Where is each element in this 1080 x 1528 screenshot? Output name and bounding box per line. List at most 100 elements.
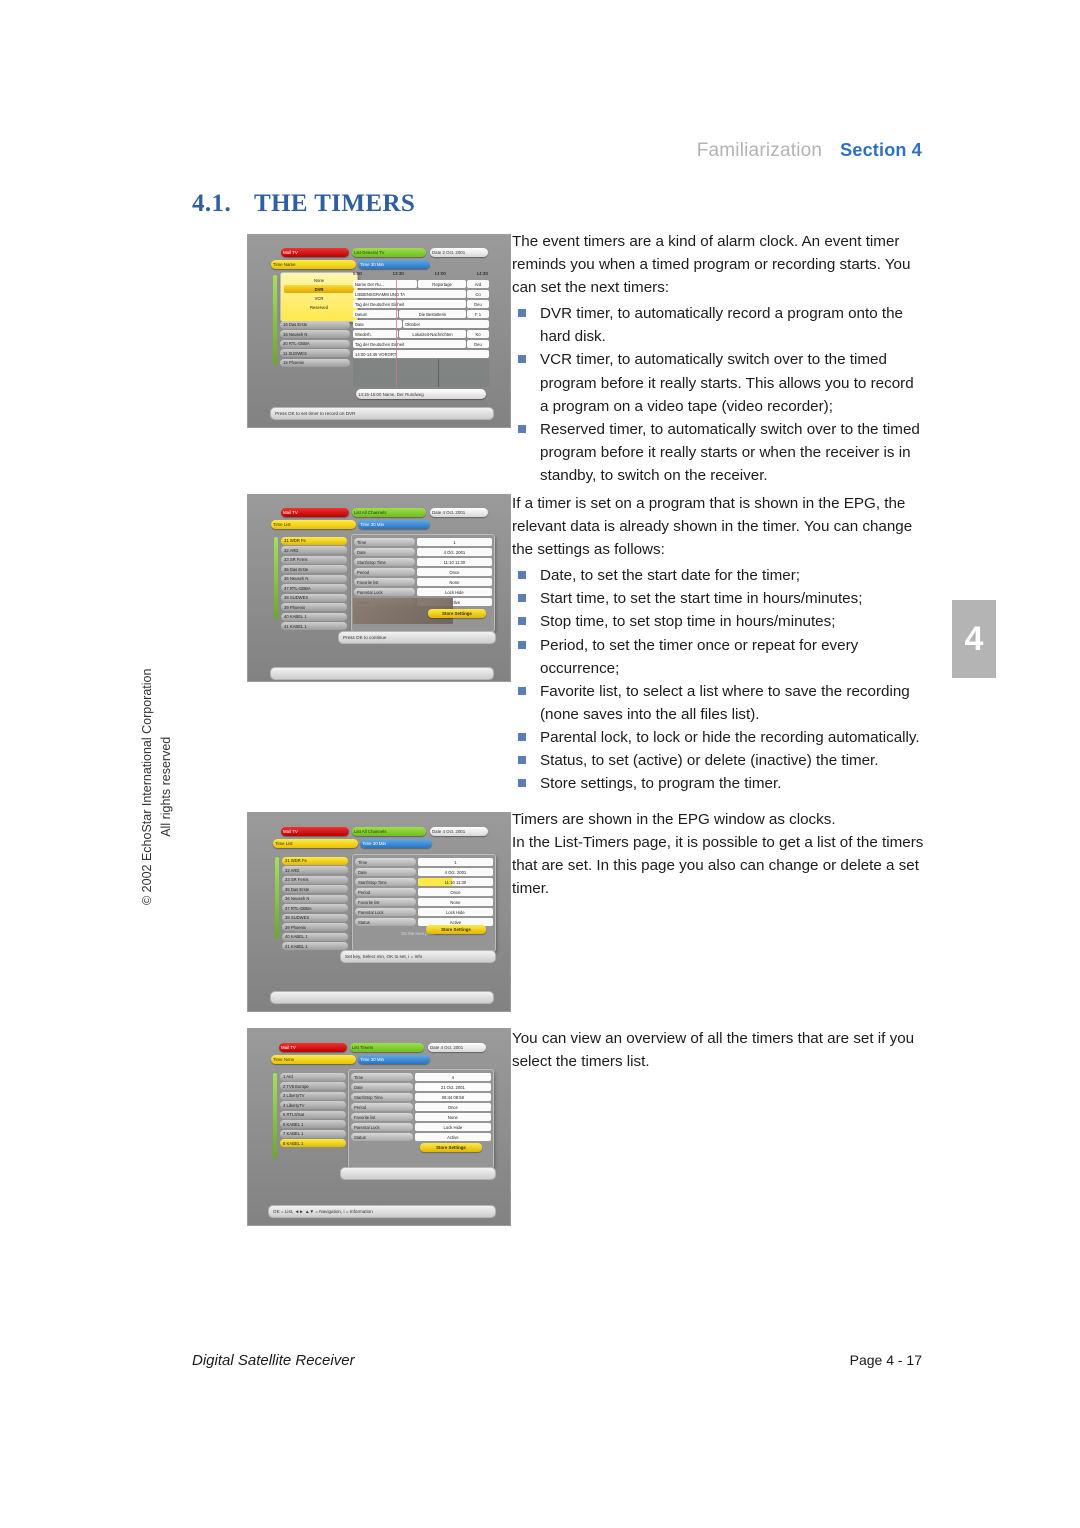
- shot3-channel-row[interactable]: 36 Neuseh N: [282, 894, 348, 903]
- shot1-epg-tag[interactable]: Deu: [467, 300, 489, 308]
- shot1-epg-cell[interactable]: Name Der Ru...: [353, 280, 418, 288]
- shot3-setting-value[interactable]: 4 Oct. 2001: [417, 868, 493, 876]
- shot1-epg-rows[interactable]: Name Der Ru... Reportage Ard LIEBENSGRAM…: [353, 279, 489, 359]
- shot1-channel-row[interactable]: 20 RTL-GBBA: [280, 339, 350, 348]
- shot1-timer-option-dvr[interactable]: DVR: [284, 285, 354, 293]
- shot3-setting-value[interactable]: Lock Hide: [417, 908, 493, 916]
- shot4-settings-panel[interactable]: Time 4 Date 21 Oct. 2001 Start/Stop Time 08…: [348, 1069, 494, 1169]
- list-item: Stop time, to set stop time in hours/min…: [512, 610, 924, 633]
- shot2-channel-row[interactable]: 38 SUDWES: [281, 593, 347, 602]
- shot4-setting-value[interactable]: None: [414, 1113, 491, 1121]
- shot1-channel-row[interactable]: 16 Das Erste: [280, 320, 350, 329]
- shot4-channel-row[interactable]: 4 LibertyTV: [280, 1101, 346, 1109]
- shot4-channel-list[interactable]: 1 Ard 2 TV5 Europe 3 LibertyTV 4 Liberty…: [280, 1071, 346, 1149]
- shot2-channel-list[interactable]: 31 WDR Fe 32 ARD 33 SR Ferns 35 Das Erst…: [281, 535, 347, 632]
- shot3-setting-value-highlighted[interactable]: 11:10 11:30: [417, 878, 493, 886]
- shot2-setting-value[interactable]: Once: [416, 568, 492, 576]
- shot2-bottom-bar: [270, 667, 494, 680]
- shot1-epg-cell[interactable]: Tag der Deutschen Einheit: [353, 300, 466, 308]
- shot2-channel-row[interactable]: 35 Das Erste: [281, 565, 347, 573]
- shot3-setting-value[interactable]: 1: [417, 858, 493, 866]
- shot3-channel-row[interactable]: 38 SUDWES: [282, 913, 348, 922]
- shot3-channel-row[interactable]: 39 Phoenix: [282, 923, 348, 931]
- shot3-setting-value[interactable]: Once: [417, 888, 493, 896]
- shot1-epg-cell[interactable]: 14:00-14:45 VORORT: [353, 350, 489, 358]
- shot2-setting-value[interactable]: 11:10 11:30: [416, 558, 492, 566]
- shot4-channel-row[interactable]: 3 LibertyTV: [280, 1091, 346, 1100]
- shot1-channel-list[interactable]: 16 Das Erste 16 Neuseh N 20 RTL-GBBA 11 …: [280, 319, 350, 368]
- shot1-channel-row[interactable]: 11 SUDWES: [280, 349, 350, 357]
- shot4-setting-value[interactable]: 4: [414, 1073, 491, 1081]
- shot1-channel-row[interactable]: 16 Neuseh N: [280, 330, 350, 338]
- shot4-store-settings-button[interactable]: Store Settings: [420, 1143, 482, 1152]
- list-item: Start time, to set the start time in hou…: [512, 587, 924, 610]
- shot1-timer-option[interactable]: VCR: [284, 294, 354, 302]
- shot1-epg-tag[interactable]: F 1: [467, 310, 489, 318]
- shot4-setting-value[interactable]: Active: [414, 1133, 491, 1141]
- shot3-setting-label: Time: [355, 858, 416, 866]
- shot1-timer-option[interactable]: None: [284, 276, 354, 284]
- shot3-status-text: Set key, Select min, OK to set, i = Info: [345, 954, 423, 959]
- list-item: Date, to set the start date for the time…: [512, 564, 924, 587]
- shot1-epg-cell[interactable]: Oktober: [403, 320, 489, 328]
- shot2-channel-row[interactable]: 41 KABEL 1: [281, 622, 347, 630]
- shot4-channel-row[interactable]: 5 RTL9/Sat: [280, 1110, 346, 1119]
- shot3-channel-list[interactable]: 31 WDR Fe 32 ARD 33 SR Ferns 35 Das Erst…: [282, 855, 348, 952]
- shot2-channel-row[interactable]: 37 RTL-GBBA: [281, 584, 347, 592]
- shot4-channel-row-selected[interactable]: 8 KABEL 1: [280, 1139, 346, 1147]
- shot1-epg-cell[interactable]: Datum: [353, 310, 399, 318]
- shot3-channel-row[interactable]: 32 ARD: [282, 866, 348, 874]
- shot1-epg-tag[interactable]: Deu: [467, 340, 489, 348]
- shot2-store-settings-button[interactable]: Store Settings: [428, 609, 486, 618]
- shot1-epg-tag[interactable]: Ard: [467, 280, 489, 288]
- shot3-channel-row[interactable]: 33 SR Ferns: [282, 875, 348, 884]
- shot3-blue-bar-label: Time 30 Min: [362, 841, 386, 846]
- running-header: Familiarization Section 4: [697, 140, 922, 162]
- shot3-setting-value[interactable]: None: [417, 898, 493, 906]
- shot4-blue-bar-label: Time 30 Min: [360, 1057, 384, 1062]
- shot2-setting-value[interactable]: Lock Hide: [416, 588, 492, 596]
- shot3-channel-row[interactable]: 37 RTL-GBBA: [282, 904, 348, 912]
- shot1-epg-cell[interactable]: Tag der Deutschen Einheit: [353, 340, 466, 348]
- shot1-epg-cell[interactable]: Lokalzeit-Nachrichten: [399, 330, 466, 338]
- shot1-epg-cell[interactable]: Die Bestatterin: [399, 310, 466, 318]
- paragraph-2: If a timer is set on a program that is s…: [512, 495, 913, 559]
- shot2-date-bar-label: Date 4 Oct. 2001: [432, 510, 466, 515]
- shot2-setting-value[interactable]: 4 Oct. 2001: [416, 548, 492, 556]
- shot3-channel-row[interactable]: 35 Das Erste: [282, 885, 348, 893]
- shot2-setting-value[interactable]: 1: [416, 538, 492, 546]
- shot2-channel-row[interactable]: 32 ARD: [281, 546, 347, 554]
- shot1-epg-tag[interactable]: Co: [467, 290, 489, 298]
- paragraph-4: In the List-Timers page, it is possible …: [512, 834, 924, 898]
- shot4-setting-value[interactable]: 08:44 08:58: [414, 1093, 491, 1101]
- shot2-channel-row[interactable]: 39 Phoenix: [281, 603, 347, 611]
- shot2-channel-row[interactable]: 33 SR Ferns: [281, 555, 347, 564]
- shot4-setting-value[interactable]: Once: [414, 1103, 491, 1111]
- shot3-channel-row-selected[interactable]: 31 WDR Fe: [282, 856, 348, 865]
- shot2-channel-row[interactable]: 36 Neuseh N: [281, 574, 347, 583]
- shot3-settings-panel[interactable]: Time 1 Date 4 Oct. 2001 Start/Stop Time 11:…: [352, 854, 496, 952]
- shot2-channel-row[interactable]: 40 KABEL 1: [281, 612, 347, 621]
- shot2-channel-row-selected[interactable]: 31 WDR Fe: [281, 536, 347, 545]
- shot3-store-settings-button[interactable]: Store Settings: [426, 925, 486, 934]
- shot1-timer-option[interactable]: Reserved: [284, 303, 354, 311]
- shot4-date-bar-label: Date 4 Oct. 2001: [430, 1045, 464, 1050]
- bullet-list-timer-settings: Date, to set the start date for the time…: [512, 564, 924, 795]
- shot4-channel-row[interactable]: 7 KABEL 1: [280, 1129, 346, 1138]
- shot1-channel-row[interactable]: 15 Phoenix: [280, 358, 350, 367]
- shot3-channel-row[interactable]: 41 KABEL 1: [282, 942, 348, 950]
- shot1-epg-cell[interactable]: Wiederh.: [353, 330, 399, 338]
- shot2-setting-value[interactable]: None: [416, 578, 492, 586]
- shot4-setting-value[interactable]: Lock Hide: [414, 1123, 491, 1131]
- shot3-channel-row[interactable]: 40 KABEL 1: [282, 932, 348, 941]
- shot4-channel-row[interactable]: 1 Ard: [280, 1072, 346, 1081]
- shot4-setting-value[interactable]: 21 Oct. 2001: [414, 1083, 491, 1091]
- shot1-epg-cell[interactable]: Reportage: [418, 280, 466, 288]
- shot4-channel-row[interactable]: 2 TV5 Europe: [280, 1082, 346, 1090]
- shot1-epg-tag[interactable]: Ko: [467, 330, 489, 338]
- shot1-epg-cell[interactable]: LIEBENSGRAMM UND TA: [353, 290, 466, 298]
- shot1-timer-type-menu[interactable]: None DVR VCR Reserved: [280, 272, 358, 322]
- shot1-epg-cell[interactable]: Date: [353, 320, 403, 328]
- shot4-channel-row[interactable]: 6 KABEL 1: [280, 1120, 346, 1128]
- shot3-setting-label: Period: [355, 888, 416, 896]
